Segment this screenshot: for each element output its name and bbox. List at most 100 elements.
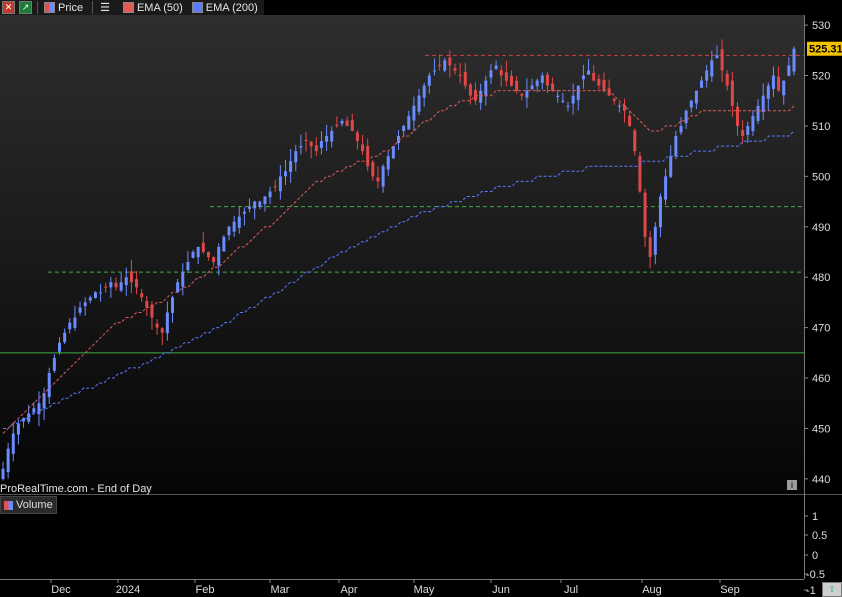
candle-body [181, 272, 185, 287]
candle-body [448, 57, 452, 66]
ema50-swatch-icon [122, 2, 134, 13]
candle-body [777, 76, 781, 91]
volume-tick-label: 0.5 [812, 530, 827, 542]
candle-body [273, 186, 277, 188]
candle-body [196, 246, 200, 258]
candle-body [545, 74, 549, 86]
price-tick-label: 480 [812, 272, 830, 284]
candle-body [669, 156, 673, 177]
legend-price[interactable]: Price [41, 2, 83, 14]
candle-body [479, 90, 483, 103]
candle-body [592, 72, 596, 81]
candle-body [705, 70, 709, 81]
candle-body [612, 98, 616, 101]
chart-legend: ✕ ↗ Price ☰ EMA (50) EMA (200) [0, 0, 264, 15]
legend-price-label: Price [58, 1, 84, 14]
candle-body [427, 75, 431, 86]
candle-body [515, 80, 519, 91]
price-tick-label: 490 [812, 222, 830, 234]
candle-body [381, 166, 385, 187]
candle-body [284, 171, 287, 177]
candle-body [361, 144, 365, 152]
candle-body [99, 292, 103, 294]
candle-body [319, 141, 323, 148]
candle-body [638, 156, 642, 192]
candle-body [633, 130, 637, 152]
candle-body [58, 342, 61, 352]
price-tick-label: 470 [812, 323, 830, 335]
scroll-right-icon[interactable]: ⇧ [822, 582, 842, 597]
candle-body [222, 236, 226, 252]
volume-tick-label: 0 [812, 550, 818, 562]
time-tick-label: Jun [492, 584, 510, 596]
candle-body [710, 60, 714, 77]
close-chart-icon[interactable]: ✕ [2, 1, 15, 14]
candle-body [556, 95, 560, 97]
candle-body [756, 105, 760, 122]
candle-body [761, 95, 765, 113]
candle-body [129, 271, 133, 283]
candle-body [309, 141, 313, 147]
legend-ema200[interactable]: EMA (200) [189, 2, 258, 14]
candle-body [314, 145, 318, 152]
candle-body [73, 317, 77, 328]
candle-body [607, 88, 611, 96]
candle-body [792, 48, 796, 72]
candle-body [581, 75, 585, 80]
time-tick-label: 2024 [116, 584, 140, 596]
legend-settings[interactable]: ☰ [96, 1, 114, 14]
menu-icon[interactable]: ☰ [100, 1, 110, 14]
time-tick-label: May [414, 584, 435, 596]
price-tick-label: 530 [812, 20, 830, 32]
legend-ema50-label: EMA (50) [136, 1, 183, 14]
candle-body [587, 70, 591, 75]
candle-body [643, 192, 647, 237]
candle-body [746, 125, 750, 135]
price-panel [0, 15, 804, 494]
volume-legend[interactable]: Volume [0, 496, 57, 514]
candle-body [407, 115, 411, 130]
candle-body [463, 71, 467, 86]
price-chart[interactable]: 440 450 460 470 480 490 500 510 520 530 525.31 1 0.5… [0, 0, 842, 597]
legend-ema50[interactable]: EMA (50) [120, 2, 183, 14]
candle-body [510, 75, 513, 86]
volume-tick-label: 1 [812, 511, 818, 523]
time-tick-label: Dec [51, 584, 71, 596]
divider [92, 1, 94, 14]
candle-body [258, 201, 262, 207]
candle-body [206, 252, 210, 258]
candle-body [376, 177, 380, 182]
candle-body [386, 156, 390, 170]
time-tick-label: Jul [564, 584, 578, 596]
candle-body [597, 78, 601, 86]
candle-body [299, 146, 303, 148]
candle-body [725, 73, 729, 86]
candle-body [83, 302, 87, 307]
info-icon[interactable]: i [787, 480, 797, 490]
candle-body [432, 70, 436, 72]
candle-body [104, 286, 108, 288]
candle-body [504, 72, 508, 81]
candle-body [602, 79, 606, 91]
time-tick-label: Mar [271, 584, 290, 596]
candle-body [263, 196, 267, 205]
volume-tick-label: -1 [806, 585, 816, 597]
price-tick-label: 440 [812, 474, 830, 486]
candle-body [720, 49, 724, 71]
expand-chart-icon[interactable]: ↗ [19, 1, 32, 14]
legend-ema200-label: EMA (200) [205, 1, 258, 14]
candle-body [623, 105, 626, 111]
candle-body [227, 226, 231, 236]
candle-body [689, 100, 693, 108]
candle-body [350, 120, 354, 131]
candle-body [499, 69, 503, 76]
candle-body [648, 237, 652, 258]
candle-body [212, 257, 216, 263]
candle-body [417, 95, 421, 112]
price-swatch-icon [44, 2, 55, 13]
candle-body [571, 95, 575, 104]
candle-body [664, 176, 668, 200]
candle-body [171, 297, 174, 313]
candle-body [237, 216, 241, 228]
candle-body [145, 300, 149, 308]
